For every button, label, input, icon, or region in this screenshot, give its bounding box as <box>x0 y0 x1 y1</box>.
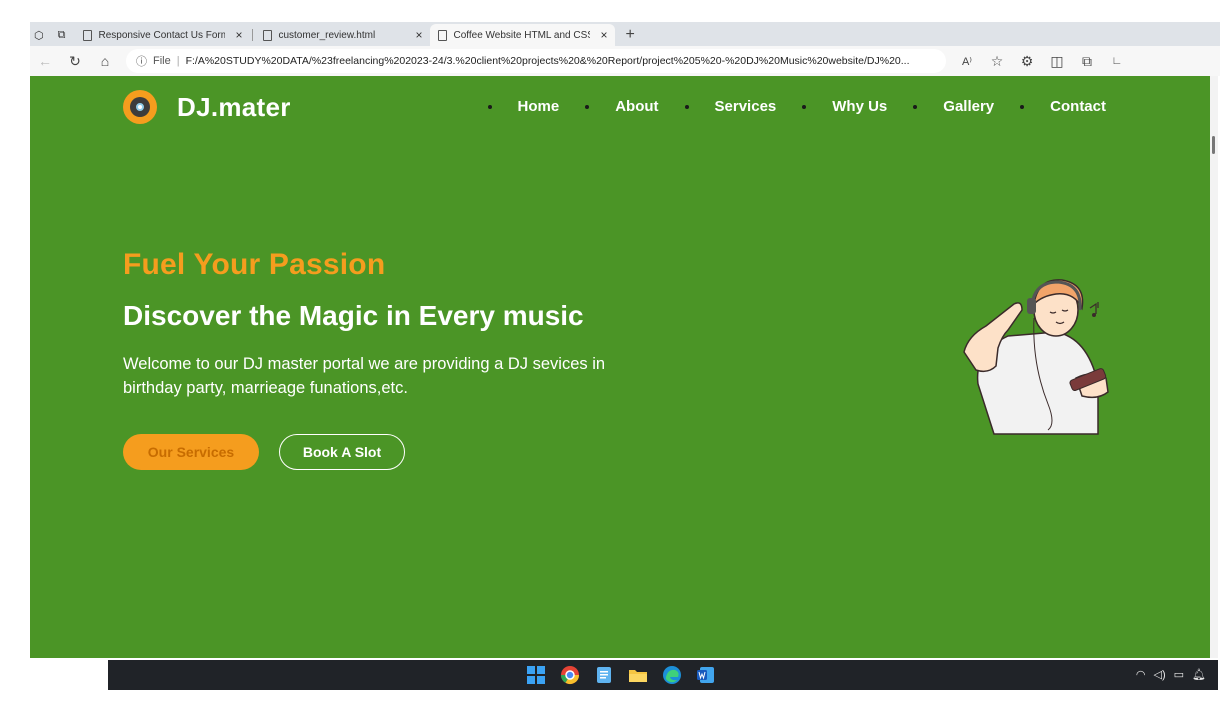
windows-taskbar: ◠ ◁) ▭ 🔔︎ <box>108 660 1218 690</box>
vertical-scrollbar[interactable] <box>1210 76 1218 658</box>
battery-icon[interactable]: ▭ <box>1174 668 1184 681</box>
workspaces-icon[interactable]: ⬡ <box>34 29 44 42</box>
browser-tab-group-icons[interactable]: ⬡ ⧉ <box>30 24 75 46</box>
notification-icon[interactable]: 🔔︎ <box>1192 668 1206 681</box>
bullet-icon <box>684 104 689 109</box>
bullet-icon <box>802 104 807 109</box>
edge-icon[interactable] <box>662 665 682 685</box>
system-tray: ◠ ◁) ▭ 🔔︎ <box>1136 668 1206 681</box>
hero-description: Welcome to our DJ master portal we are p… <box>123 355 606 397</box>
main-nav: Home About Services Why Us Gallery Conta… <box>487 98 1106 115</box>
browser-tab-0[interactable]: Responsive Contact Us Form | Co × <box>75 24 250 46</box>
nav-link[interactable]: Why Us <box>832 98 887 115</box>
bullet-icon <box>1020 104 1025 109</box>
hero-section: Fuel Your Passion Discover the Magic in … <box>123 248 683 470</box>
info-icon[interactable]: ⓘ <box>136 53 147 69</box>
chrome-icon[interactable] <box>560 665 580 685</box>
volume-icon[interactable]: ◁) <box>1154 668 1166 681</box>
nav-link[interactable]: Services <box>715 98 777 115</box>
book-a-slot-button[interactable]: Book A Slot <box>279 434 405 470</box>
nav-link[interactable]: Home <box>518 98 560 115</box>
hero-kicker: Fuel Your Passion <box>123 248 386 281</box>
tab-title: Coffee Website HTML and CSS | <box>453 29 591 41</box>
close-tab-icon[interactable]: × <box>415 28 422 42</box>
url-scheme-label: File <box>153 55 171 67</box>
url-text: F:/A%20STUDY%20DATA/%23freelancing%20202… <box>185 55 910 67</box>
collections-icon[interactable]: ⧉ <box>1078 53 1096 70</box>
url-separator: | <box>176 55 180 67</box>
back-icon[interactable]: ← <box>36 53 54 69</box>
close-tab-icon[interactable]: × <box>600 28 607 42</box>
vinyl-disc-icon <box>123 90 157 124</box>
tab-actions-icon[interactable]: ⧉ <box>58 29 66 42</box>
scrollbar-thumb[interactable] <box>1212 136 1215 154</box>
nav-item-home[interactable]: Home <box>487 98 586 115</box>
extensions-icon[interactable]: ⚙ <box>1018 53 1036 70</box>
windows-start-icon[interactable] <box>526 665 546 685</box>
nav-item-contact[interactable]: Contact <box>1020 98 1106 115</box>
address-bar[interactable]: ⓘ File | F:/A%20STUDY%20DATA/%23freelanc… <box>126 49 946 73</box>
word-icon[interactable] <box>696 665 716 685</box>
nav-item-about[interactable]: About <box>585 98 684 115</box>
page-icon <box>438 29 448 41</box>
tab-separator <box>252 29 254 41</box>
wifi-icon[interactable]: ◠ <box>1136 668 1146 681</box>
site-logo[interactable]: DJ.mater <box>123 90 291 124</box>
downloads-icon[interactable]: ∟ <box>1108 55 1126 67</box>
nav-item-services[interactable]: Services <box>684 98 803 115</box>
listening-person-illustration <box>963 279 1109 435</box>
favorite-star-icon[interactable]: ☆ <box>988 53 1006 70</box>
nav-link[interactable]: About <box>615 98 658 115</box>
tab-title: customer_review.html <box>278 29 376 41</box>
tab-title: Responsive Contact Us Form | Co <box>98 29 226 41</box>
nav-item-why-us[interactable]: Why Us <box>802 98 913 115</box>
read-aloud-icon[interactable]: A⁾ <box>958 55 976 68</box>
browser-toolbar: ← ↻ ⌂ ⓘ File | F:/A%20STUDY%20DATA/%23fr… <box>30 46 1220 76</box>
browser-tab-2[interactable]: Coffee Website HTML and CSS | × <box>430 24 616 46</box>
web-page: DJ.mater Home About Services Why Us Gall… <box>30 76 1210 658</box>
notepad-icon[interactable] <box>594 665 614 685</box>
page-icon <box>263 29 273 41</box>
taskbar-apps <box>526 665 716 685</box>
bullet-icon <box>913 104 918 109</box>
screenshot-frame: ⬡ ⧉ Responsive Contact Us Form | Co × cu… <box>0 0 1232 704</box>
close-tab-icon[interactable]: × <box>235 28 242 42</box>
browser-tab-1[interactable]: customer_review.html × <box>255 24 430 46</box>
nav-item-gallery[interactable]: Gallery <box>913 98 1020 115</box>
brand-name: DJ.mater <box>177 91 291 122</box>
home-icon[interactable]: ⌂ <box>96 53 114 69</box>
nav-link[interactable]: Gallery <box>943 98 994 115</box>
browser-tab-strip: ⬡ ⧉ Responsive Contact Us Form | Co × cu… <box>30 22 1220 46</box>
bullet-icon <box>487 104 492 109</box>
page-icon <box>83 29 93 41</box>
file-explorer-icon[interactable] <box>628 665 648 685</box>
hero-headline: Discover the Magic in Every music <box>123 300 584 331</box>
refresh-icon[interactable]: ↻ <box>66 53 84 70</box>
new-tab-button[interactable]: + <box>615 26 644 46</box>
bullet-icon <box>585 104 590 109</box>
nav-link[interactable]: Contact <box>1050 98 1106 115</box>
split-screen-icon[interactable]: ◫ <box>1048 53 1066 70</box>
hero-buttons: Our Services Book A Slot <box>123 434 683 470</box>
our-services-button[interactable]: Our Services <box>123 434 259 470</box>
